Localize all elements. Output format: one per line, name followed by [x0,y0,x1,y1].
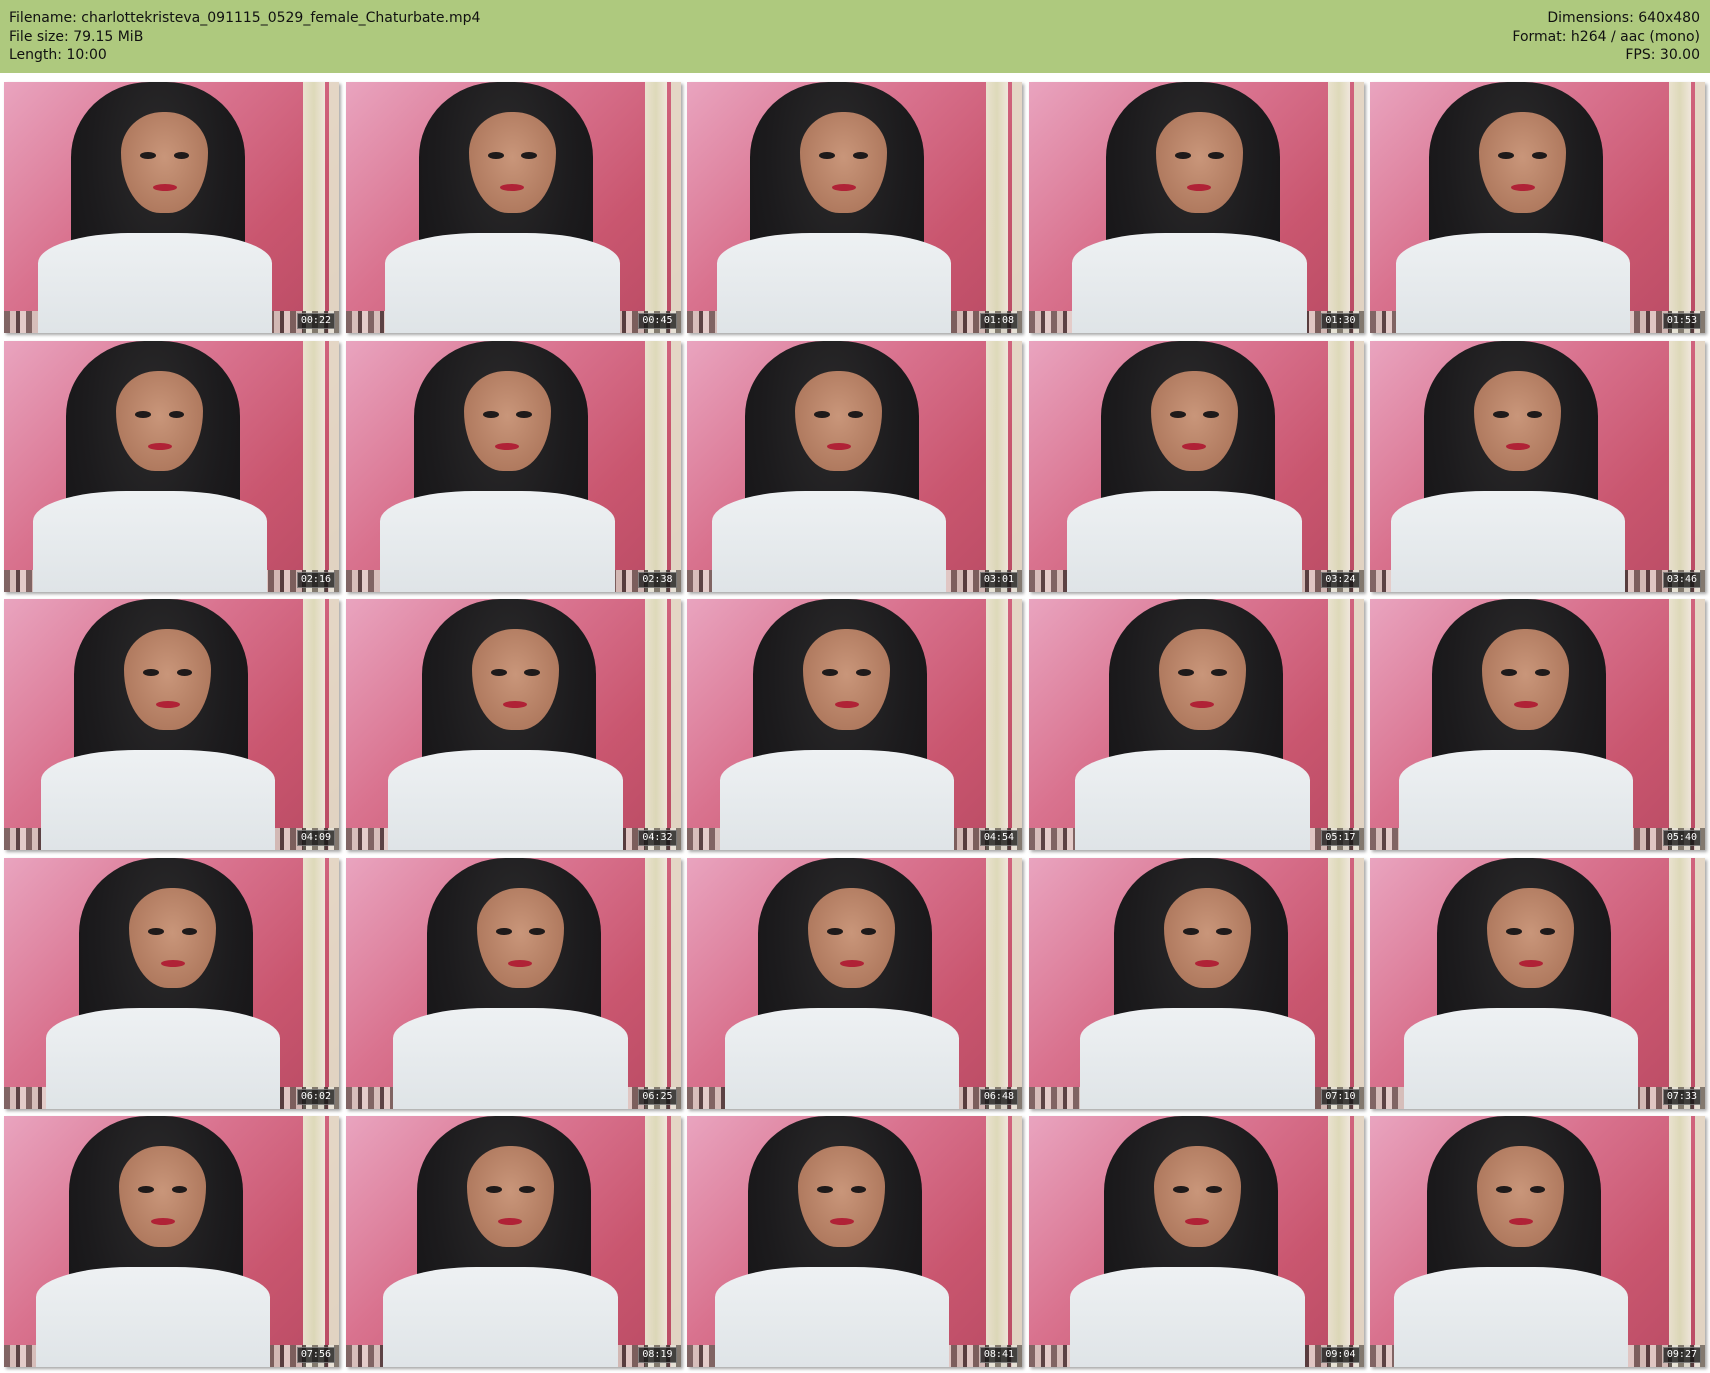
timestamp-label: 04:32 [638,830,677,846]
thumbnail-frame[interactable]: 02:16 [4,340,339,592]
video-frame-image [1028,599,1364,850]
thumbnail-frame[interactable]: 04:54 [687,599,1022,850]
video-frame-image [687,1116,1022,1367]
video-frame-image [4,857,339,1109]
timestamp-label: 05:40 [1662,830,1701,846]
thumbnail-frame[interactable]: 03:24 [1028,340,1364,592]
timestamp-label: 01:08 [979,313,1018,329]
timestamp-label: 03:24 [1321,571,1360,588]
thumbnail-frame[interactable]: 05:40 [1370,599,1705,850]
thumbnail-frame[interactable]: 07:33 [1370,857,1705,1109]
fps-text: FPS: 30.00 [1625,47,1700,63]
thumbnail-frame[interactable]: 01:30 [1028,82,1364,333]
filesize-text: File size: 79.15 MiB [9,28,144,45]
video-frame-image [1028,340,1364,592]
thumbnail-frame[interactable]: 06:02 [4,857,339,1109]
timestamp-label: 01:30 [1321,313,1360,329]
timestamp-label: 07:33 [1662,1088,1701,1105]
timestamp-label: 03:46 [1662,571,1701,588]
thumbnail-frame[interactable]: 04:09 [4,599,339,850]
length-text: Length: 10:00 [9,47,107,63]
video-frame-image [1028,82,1364,333]
video-frame-image [4,599,339,850]
video-frame-image [1028,1116,1364,1367]
thumbnail-frame[interactable]: 03:01 [687,340,1022,592]
thumbnail-frame[interactable]: 04:32 [345,599,681,850]
thumbnail-frame[interactable]: 07:56 [4,1116,339,1367]
video-frame-image [687,857,1022,1109]
video-frame-image [1370,340,1705,592]
video-frame-image [1370,599,1705,850]
timestamp-label: 04:54 [979,830,1018,846]
video-frame-image [4,82,339,333]
video-frame-image [4,1116,339,1367]
timestamp-label: 09:27 [1662,1347,1701,1363]
thumbnail-frame[interactable]: 00:22 [4,82,339,333]
timestamp-label: 07:10 [1321,1088,1360,1105]
thumbnail-frame[interactable]: 06:48 [687,857,1022,1109]
video-frame-image [687,82,1022,333]
video-frame-image [345,1116,681,1367]
timestamp-label: 08:19 [638,1347,677,1363]
timestamp-label: 02:16 [296,571,335,588]
timestamp-label: 03:01 [979,571,1018,588]
thumbnail-frame[interactable]: 09:04 [1028,1116,1364,1367]
video-frame-image [1370,857,1705,1109]
thumbnail-frame[interactable]: 08:19 [345,1116,681,1367]
info-header: Filename: charlottekristeva_091115_0529_… [0,0,1710,73]
thumbnail-frame[interactable]: 03:46 [1370,340,1705,592]
video-frame-image [687,340,1022,592]
thumbnail-frame[interactable]: 09:27 [1370,1116,1705,1367]
thumbnail-grid: 00:22 00:45 01:08 01:30 01:53 02:16 02:38 03:01… [4,82,1706,1370]
timestamp-label: 07:56 [296,1347,335,1363]
video-frame-image [1370,1116,1705,1367]
video-frame-image [687,599,1022,850]
thumbnail-frame[interactable]: 01:08 [687,82,1022,333]
video-frame-image [1028,857,1364,1109]
media-info: Dimensions: 640x480 Format: h264 / aac (… [1512,9,1700,65]
video-frame-image [1370,82,1705,333]
thumbnail-frame[interactable]: 08:41 [687,1116,1022,1367]
timestamp-label: 02:38 [638,571,677,588]
timestamp-label: 08:41 [979,1347,1018,1363]
timestamp-label: 05:17 [1321,830,1360,846]
thumbnail-frame[interactable]: 06:25 [345,857,681,1109]
timestamp-label: 06:25 [638,1088,677,1105]
thumbnail-frame[interactable]: 00:45 [345,82,681,333]
timestamp-label: 00:22 [296,313,335,329]
video-frame-image [345,82,681,333]
thumbnail-frame[interactable]: 05:17 [1028,599,1364,850]
format-text: Format: h264 / aac (mono) [1512,28,1700,45]
video-frame-image [4,340,339,592]
dimensions-text: Dimensions: 640x480 [1547,10,1700,26]
timestamp-label: 06:02 [296,1088,335,1105]
thumbnail-frame[interactable]: 07:10 [1028,857,1364,1109]
thumbnail-frame[interactable]: 02:38 [345,340,681,592]
timestamp-label: 06:48 [979,1088,1018,1105]
thumbnail-frame[interactable]: 01:53 [1370,82,1705,333]
timestamp-label: 09:04 [1321,1347,1360,1363]
filename-text: Filename: charlottekristeva_091115_0529_… [9,10,481,26]
video-frame-image [345,599,681,850]
timestamp-label: 00:45 [638,313,677,329]
timestamp-label: 01:53 [1662,313,1701,329]
video-frame-image [345,340,681,592]
timestamp-label: 04:09 [296,830,335,846]
file-info: Filename: charlottekristeva_091115_0529_… [9,9,480,65]
video-frame-image [345,857,681,1109]
